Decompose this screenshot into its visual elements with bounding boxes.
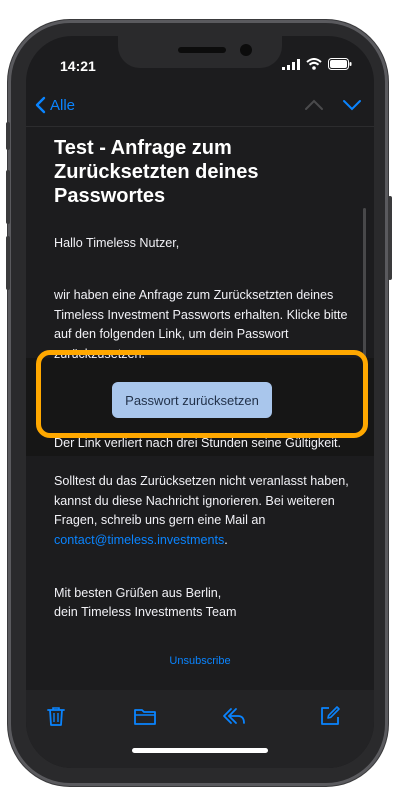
period: . xyxy=(224,532,228,547)
email-closing-2: dein Timeless Investments Team xyxy=(54,605,237,619)
ignore-text: Solltest du das Zurücksetzen nicht veran… xyxy=(54,474,349,527)
mail-toolbar xyxy=(26,690,374,768)
back-label: Alle xyxy=(50,96,76,114)
trash-icon xyxy=(47,707,65,726)
compose-icon xyxy=(321,706,340,725)
side-button-volume-up xyxy=(6,170,10,224)
email-ignore-text: Solltest du das Zurücksetzen nicht veran… xyxy=(54,472,350,550)
reply-icon xyxy=(223,708,245,724)
speaker xyxy=(178,47,226,53)
back-button[interactable]: Alle xyxy=(34,96,75,114)
email-greeting: Hallo Timeless Nutzer, xyxy=(54,236,180,250)
contact-email-link[interactable]: contact@timeless.investments xyxy=(54,533,224,547)
chevron-down-icon[interactable] xyxy=(342,98,362,112)
wifi-icon xyxy=(306,58,322,70)
compose-button[interactable] xyxy=(316,702,344,730)
mail-nav-bar: Alle xyxy=(26,90,374,126)
side-button-volume-down xyxy=(6,236,10,290)
home-indicator[interactable] xyxy=(132,748,268,753)
move-button[interactable] xyxy=(131,702,159,730)
status-time: 14:21 xyxy=(60,58,96,74)
chevron-up-icon[interactable] xyxy=(304,98,324,112)
folder-icon xyxy=(134,709,156,725)
nav-divider xyxy=(26,126,374,127)
signal-icon xyxy=(282,58,300,70)
reply-button[interactable] xyxy=(220,702,248,730)
chevron-left-icon xyxy=(35,96,46,114)
message-arrows xyxy=(304,98,362,112)
trash-button[interactable] xyxy=(42,702,70,730)
front-camera xyxy=(240,44,252,56)
scrollbar[interactable] xyxy=(363,208,366,358)
email-closing-1: Mit besten Grüßen aus Berlin, xyxy=(54,586,222,600)
battery-icon xyxy=(328,58,352,70)
unsubscribe-link[interactable]: Unsubscribe xyxy=(26,655,374,667)
highlight-frame xyxy=(36,350,368,438)
side-button-mute xyxy=(6,122,10,150)
email-subject: Test - Anfrage zum Zurücksetzten deines … xyxy=(54,137,259,207)
side-button-power xyxy=(388,196,392,280)
status-icons xyxy=(282,58,352,70)
